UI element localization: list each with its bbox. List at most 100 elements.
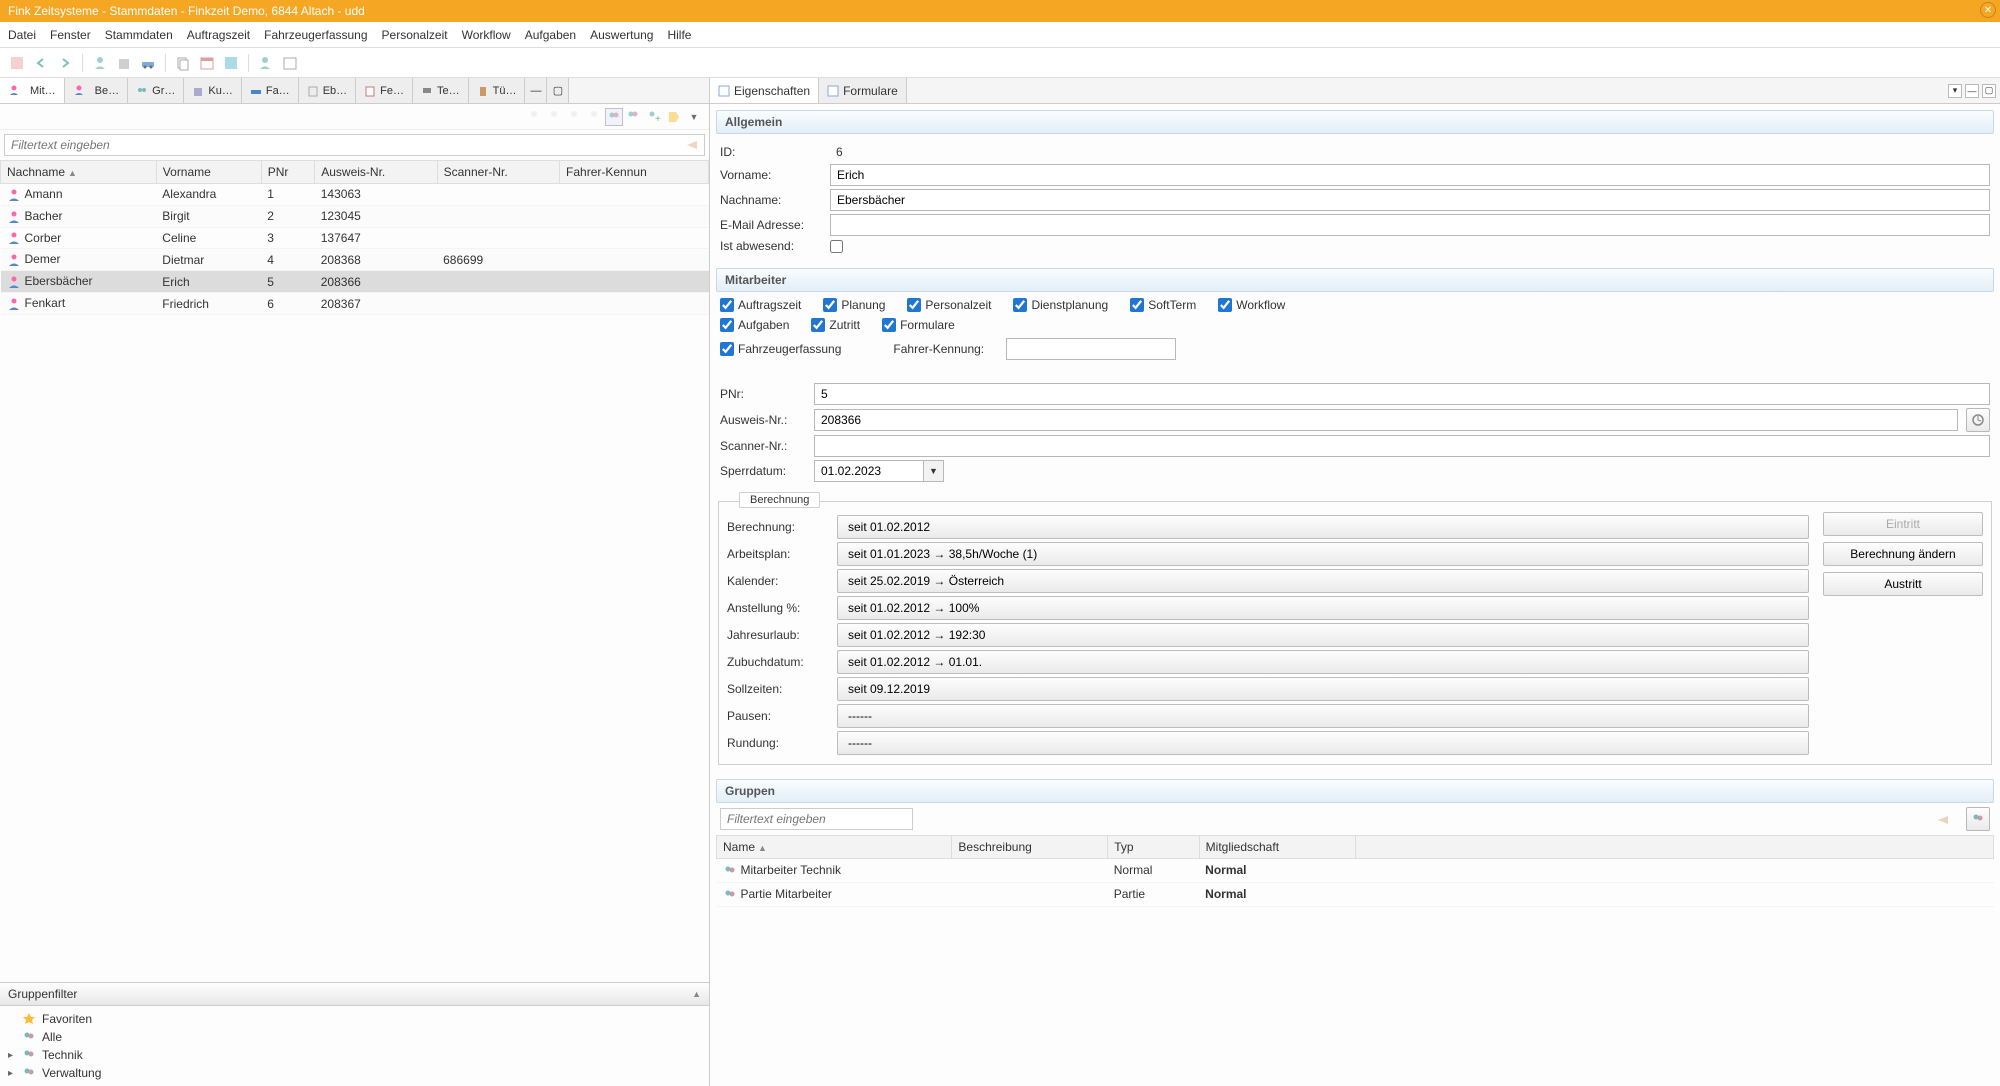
car-icon[interactable] <box>139 54 157 72</box>
clear-filter-icon[interactable] <box>1936 813 1950 827</box>
tab-be[interactable]: Be… <box>65 78 128 103</box>
btn-kalender[interactable]: seit 25.02.2019 → Österreich <box>837 569 1809 593</box>
tab-formulare[interactable]: Formulare <box>819 78 907 103</box>
undo-icon[interactable] <box>32 54 50 72</box>
table-row[interactable]: Partie MitarbeiterPartieNormal <box>717 882 1994 906</box>
table-row[interactable]: DemerDietmar4208368686699 <box>1 249 709 271</box>
gcol-name[interactable]: Name▲ <box>717 836 952 859</box>
minimize-tab-icon[interactable]: — <box>1965 84 1979 98</box>
gcol-mitgliedschaft[interactable]: Mitgliedschaft <box>1199 836 1355 859</box>
group-edit-icon[interactable]: + <box>645 108 663 126</box>
cb-formulare[interactable]: Formulare <box>882 318 955 332</box>
cb-aufgaben[interactable]: Aufgaben <box>720 318 789 332</box>
menu-datei[interactable]: Datei <box>8 28 36 42</box>
btn-anstellung[interactable]: seit 01.02.2012 → 100% <box>837 596 1809 620</box>
user-add-icon[interactable] <box>257 54 275 72</box>
filter-input[interactable] <box>4 134 705 156</box>
menu-auftragszeit[interactable]: Auftragszeit <box>187 28 250 42</box>
menu-personalzeit[interactable]: Personalzeit <box>382 28 448 42</box>
btn-sollzeiten[interactable]: seit 09.12.2019 <box>837 677 1809 701</box>
gcol-beschreibung[interactable]: Beschreibung <box>952 836 1108 859</box>
table-row[interactable]: BacherBirgit2123045 <box>1 205 709 227</box>
collapse-tab-icon[interactable]: ▾ <box>1948 84 1962 98</box>
calendar2-icon[interactable] <box>281 54 299 72</box>
redo-icon[interactable] <box>56 54 74 72</box>
menu-aufgaben[interactable]: Aufgaben <box>525 28 576 42</box>
cb-softterm[interactable]: SoftTerm <box>1130 298 1196 312</box>
tree-favoriten[interactable]: Favoriten <box>0 1010 709 1028</box>
btn-arbeitsplan[interactable]: seit 01.01.2023 → 38,5h/Woche (1) <box>837 542 1809 566</box>
table-row[interactable]: CorberCeline3137647 <box>1 227 709 249</box>
input-nachname[interactable] <box>830 189 1990 211</box>
menu-fahrzeugerfassung[interactable]: Fahrzeugerfassung <box>264 28 367 42</box>
gcol-typ[interactable]: Typ <box>1108 836 1199 859</box>
sperrdatum-dropdown-button[interactable]: ▼ <box>924 460 944 482</box>
menu-hilfe[interactable]: Hilfe <box>667 28 691 42</box>
dropdown-icon[interactable]: ▼ <box>685 108 703 126</box>
input-fahrerkennung[interactable] <box>1006 338 1176 360</box>
clear-filter-icon[interactable] <box>685 138 699 152</box>
tree-alle[interactable]: Alle <box>0 1028 709 1046</box>
input-pnr[interactable] <box>814 383 1990 405</box>
col-nachname[interactable]: Nachname▲ <box>1 161 157 184</box>
tab-eb[interactable]: Eb… <box>299 78 356 103</box>
btn-berechnung-aendern[interactable]: Berechnung ändern <box>1823 542 1983 566</box>
tab-gr[interactable]: Gr… <box>128 78 184 103</box>
cb-planung[interactable]: Planung <box>823 298 885 312</box>
grid-icon[interactable] <box>222 54 240 72</box>
input-ausweis[interactable] <box>814 409 1958 431</box>
input-sperrdatum[interactable] <box>814 460 924 482</box>
col-fahrer[interactable]: Fahrer-Kennun <box>560 161 709 184</box>
btn-pausen[interactable]: ------ <box>837 704 1809 728</box>
tree-verwaltung[interactable]: ▸ Verwaltung <box>0 1064 709 1082</box>
input-email[interactable] <box>830 214 1990 236</box>
cb-zutritt[interactable]: Zutritt <box>811 318 860 332</box>
group-icon[interactable] <box>605 108 623 126</box>
cb-workflow[interactable]: Workflow <box>1218 298 1285 312</box>
col-ausweis[interactable]: Ausweis-Nr. <box>315 161 437 184</box>
btn-jahresurlaub[interactable]: seit 01.02.2012 → 192:30 <box>837 623 1809 647</box>
expand-icon[interactable]: ▸ <box>8 1050 16 1061</box>
btn-eintritt[interactable]: Eintritt <box>1823 512 1983 536</box>
table-row[interactable]: EbersbächerErich5208366 <box>1 271 709 293</box>
calendar-icon[interactable] <box>198 54 216 72</box>
tab-eigenschaften[interactable]: Eigenschaften <box>710 78 819 103</box>
checkbox-abwesend[interactable] <box>830 240 843 253</box>
input-vorname[interactable] <box>830 164 1990 186</box>
tag-icon[interactable] <box>665 108 683 126</box>
cb-auftragszeit[interactable]: Auftragszeit <box>720 298 801 312</box>
cb-personalzeit[interactable]: Personalzeit <box>907 298 991 312</box>
ausweis-refresh-button[interactable] <box>1966 408 1990 432</box>
tree-technik[interactable]: ▸ Technik <box>0 1046 709 1064</box>
maximize-tab-icon[interactable]: ▢ <box>1982 84 1996 98</box>
col-pnr[interactable]: PNr <box>261 161 315 184</box>
table-row[interactable]: AmannAlexandra1143063 <box>1 184 709 206</box>
person-icon[interactable] <box>91 54 109 72</box>
btn-berechnung[interactable]: seit 01.02.2012 <box>837 515 1809 539</box>
menu-fenster[interactable]: Fenster <box>50 28 91 42</box>
btn-rundung[interactable]: ------ <box>837 731 1809 755</box>
close-window-button[interactable]: ✕ <box>1980 2 1996 18</box>
cb-fahrzeug[interactable]: Fahrzeugerfassung <box>720 342 841 356</box>
menu-stammdaten[interactable]: Stammdaten <box>105 28 173 42</box>
menu-workflow[interactable]: Workflow <box>462 28 511 42</box>
btn-zubuchdatum[interactable]: seit 01.02.2012 → 01.01. <box>837 650 1809 674</box>
tab-fe[interactable]: Fe… <box>356 78 413 103</box>
building-icon[interactable] <box>115 54 133 72</box>
tab-ku[interactable]: Ku… <box>184 78 241 103</box>
col-scanner[interactable]: Scanner-Nr. <box>437 161 559 184</box>
col-vorname[interactable]: Vorname <box>156 161 261 184</box>
cb-dienstplanung[interactable]: Dienstplanung <box>1013 298 1108 312</box>
tab-minimize[interactable]: — <box>525 78 547 103</box>
table-row[interactable]: FenkartFriedrich6208367 <box>1 293 709 315</box>
tab-fa[interactable]: Fa… <box>242 78 299 103</box>
tab-maximize[interactable]: ▢ <box>547 78 569 103</box>
tab-mitarbeiter[interactable]: Mit… <box>0 78 65 103</box>
input-scanner[interactable] <box>814 435 1990 457</box>
tab-te[interactable]: Te… <box>413 78 469 103</box>
gruppen-add-button[interactable] <box>1966 807 1990 831</box>
copy-icon[interactable] <box>174 54 192 72</box>
expand-icon[interactable]: ▸ <box>8 1068 16 1079</box>
pdf-icon[interactable] <box>8 54 26 72</box>
gruppenfilter-header[interactable]: Gruppenfilter ▲ <box>0 982 709 1006</box>
